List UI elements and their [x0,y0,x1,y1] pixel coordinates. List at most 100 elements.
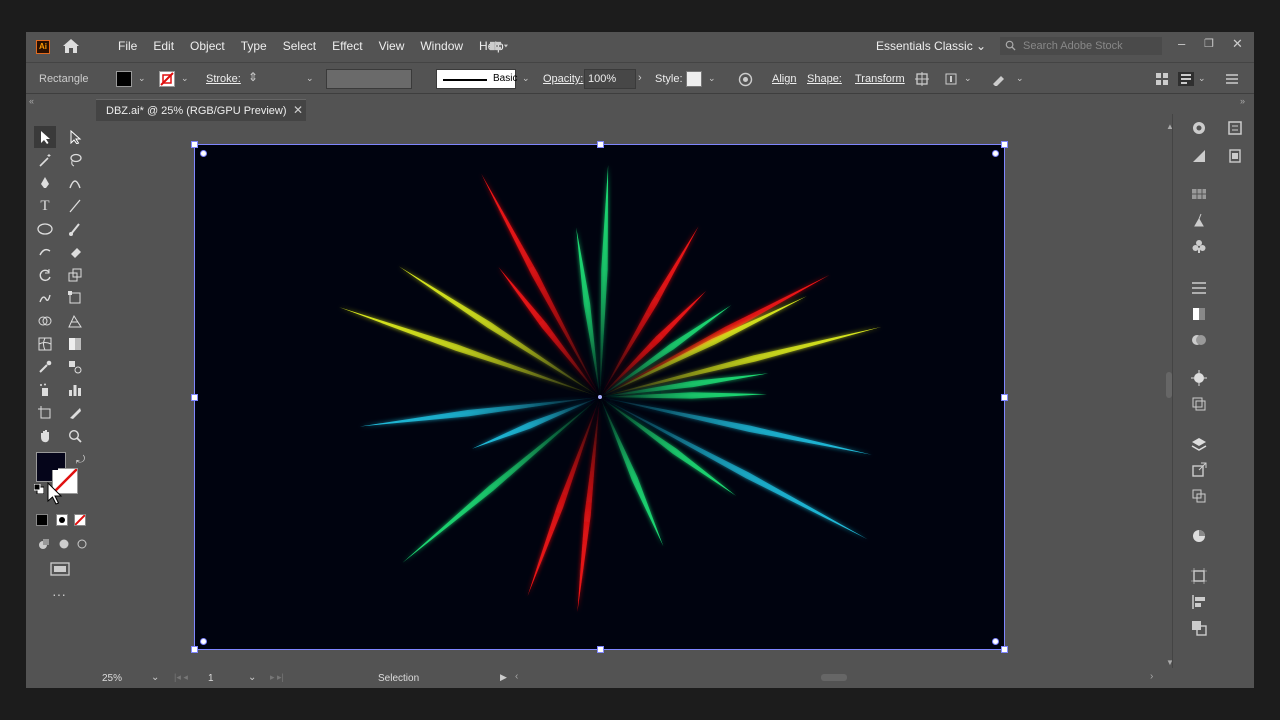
draw-normal-icon[interactable] [38,538,50,550]
eraser-tool-icon[interactable] [64,241,86,263]
arrange-icon[interactable] [944,72,958,86]
color-panel-icon[interactable] [1191,528,1207,544]
ellipse-tool-icon[interactable] [34,218,56,240]
selection-handle[interactable] [191,141,198,148]
selection-handle[interactable] [191,394,198,401]
stock-search-input[interactable]: Search Adobe Stock [1000,37,1162,55]
properties-icon[interactable] [1178,72,1194,86]
selection-handle[interactable] [191,646,198,653]
stroke-label[interactable]: Stroke: [206,73,241,85]
magic-wand-tool-icon[interactable] [34,149,56,171]
menu-type[interactable]: Type [233,39,275,54]
corner-widget[interactable] [200,638,207,645]
home-icon[interactable] [62,38,80,54]
symbols-icon[interactable] [1191,238,1207,254]
eyedropper-tool-icon[interactable] [34,356,56,378]
warp-tool-icon[interactable] [34,287,56,309]
menu-edit[interactable]: Edit [145,39,182,54]
perspective-grid-tool-icon[interactable] [64,310,86,332]
selection-handle[interactable] [597,646,604,653]
direct-selection-tool-icon[interactable] [64,126,86,148]
draw-behind-icon[interactable] [58,538,70,550]
default-colors-icon[interactable] [34,484,44,494]
chevron-down-icon[interactable]: ⌄ [248,672,256,683]
chevron-down-icon[interactable]: ⌄ [708,73,716,84]
rotate-tool-icon[interactable] [34,264,56,286]
edit-toolbar-more-icon[interactable]: ··· [52,586,66,602]
panel-menu-icon[interactable] [1226,73,1238,85]
appearance-icon[interactable] [1191,370,1207,386]
pathfinder-icon[interactable] [1191,620,1207,636]
chevron-down-icon[interactable]: ⌄ [306,73,314,84]
curvature-tool-icon[interactable] [64,172,86,194]
first-artboard-icon[interactable]: |◂ ◂ [174,672,188,683]
zoom-level[interactable]: 25% [102,673,122,684]
selection-handle[interactable] [1001,394,1008,401]
screen-mode-icon[interactable] [50,562,70,578]
hand-tool-icon[interactable] [34,425,56,447]
transparency-icon[interactable] [1191,332,1207,348]
align-panel-icon[interactable] [1191,594,1207,610]
graphic-styles-icon[interactable] [1191,396,1207,412]
chevron-down-icon[interactable]: ⌄ [1016,73,1024,84]
zoom-tool-icon[interactable] [64,425,86,447]
column-graph-tool-icon[interactable] [64,379,86,401]
menu-object[interactable]: Object [182,39,233,54]
selection-handle[interactable] [1001,646,1008,653]
chevron-down-icon[interactable]: ⌄ [1198,73,1206,84]
status-menu-icon[interactable]: ▶ [500,672,507,683]
restore-icon[interactable]: ❐ [1204,37,1214,50]
asset-export-icon[interactable] [1191,462,1207,478]
brush-profile-field[interactable]: Basic [436,69,517,89]
lasso-tool-icon[interactable] [64,149,86,171]
minimize-icon[interactable]: – [1178,36,1185,51]
scale-tool-icon[interactable] [64,264,86,286]
shape-builder-tool-icon[interactable] [34,310,56,332]
scroll-left-icon[interactable]: ‹ [515,671,518,682]
last-artboard-icon[interactable]: ▸ ▸| [270,672,284,683]
type-tool-icon[interactable]: T [34,195,56,217]
recolor-icon[interactable] [738,72,753,87]
close-window-icon[interactable]: ✕ [1232,36,1243,52]
arrange-documents-icon[interactable] [490,39,508,53]
document-tab[interactable]: DBZ.ai* @ 25% (RGB/GPU Preview) ✕ [96,99,306,121]
starburst-artwork[interactable] [195,145,1006,651]
blend-tool-icon[interactable] [64,356,86,378]
color-mode-icon[interactable] [36,514,48,526]
layers-icon[interactable] [1191,436,1207,452]
style-swatch[interactable] [686,71,702,87]
artboards-icon[interactable] [1191,488,1207,504]
draw-inside-icon[interactable] [76,538,88,550]
current-tool-status[interactable]: Selection [378,673,419,684]
selection-handle[interactable] [1001,141,1008,148]
chevron-down-icon[interactable]: ⌄ [138,73,146,84]
opacity-field[interactable]: 100% [584,69,636,89]
collapse-panels-icon[interactable]: » [1240,96,1245,106]
menu-effect[interactable]: Effect [324,39,370,54]
chevron-right-icon[interactable]: › [638,72,642,84]
corner-widget[interactable] [992,638,999,645]
shaper-tool-icon[interactable] [34,241,56,263]
close-tab-icon[interactable]: ✕ [293,103,303,117]
layers-alt-icon[interactable] [1227,148,1243,164]
workspace-switcher[interactable]: Essentials Classic ⌄ [876,39,986,53]
chevron-down-icon[interactable]: ⌄ [151,672,159,683]
paintbrush-tool-icon[interactable] [64,218,86,240]
selection-tool-icon[interactable] [34,126,56,148]
scroll-right-icon[interactable]: › [1150,671,1153,682]
chevron-down-icon[interactable]: ⌄ [522,73,530,84]
opacity-label[interactable]: Opacity: [543,73,583,85]
collapse-toolbar-icon[interactable]: « [29,96,34,106]
variable-width-field[interactable] [326,69,412,89]
color-guide-icon[interactable] [1191,148,1207,164]
pen-tool-icon[interactable] [34,172,56,194]
fill-swatch[interactable] [116,71,132,87]
none-mode-icon[interactable] [74,514,86,526]
chevron-down-icon[interactable]: ⌄ [964,73,972,84]
corner-widget[interactable] [200,150,207,157]
free-transform-tool-icon[interactable] [64,287,86,309]
artboard[interactable] [191,141,1008,653]
stepper-icon[interactable]: ⇕ [248,70,258,84]
artboard-number[interactable]: 1 [208,673,214,684]
gradient-panel-icon[interactable] [1191,306,1207,322]
